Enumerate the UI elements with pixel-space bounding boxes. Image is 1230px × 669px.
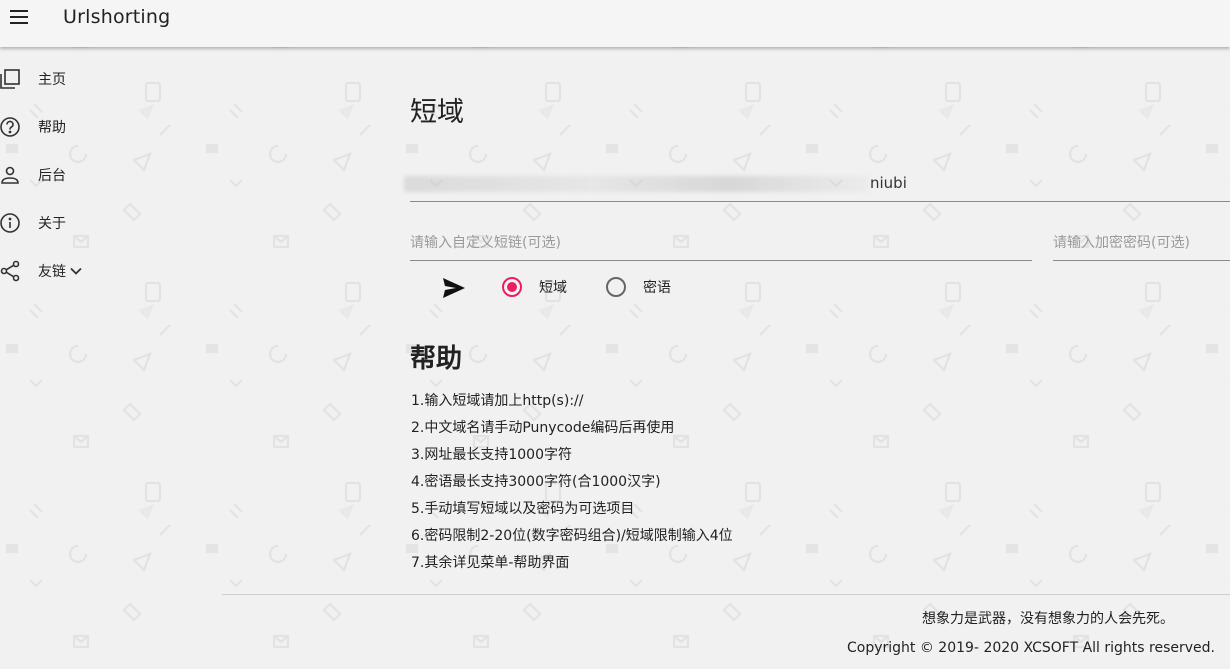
list-item: 1.输入短域请加上http(s)://: [411, 393, 584, 409]
custom-short-link-input[interactable]: [410, 232, 1032, 254]
app-root: Urlshorting 主页 帮助 后台 关于 友链 短域 niubi 请输入自…: [0, 0, 1230, 669]
footer-motto: 想象力是武器，没有想象力的人会先死。: [922, 611, 1174, 627]
sidebar-item-label: 关于: [38, 216, 66, 232]
library-icon: [0, 67, 22, 91]
list-item: 5.手动填写短域以及密码为可选项目: [411, 501, 635, 517]
hamburger-icon: [10, 9, 28, 24]
radio-secret-message[interactable]: 密语: [606, 277, 671, 297]
info-icon: [0, 211, 22, 235]
share-icon: [0, 259, 22, 283]
radio-label: 密语: [643, 280, 671, 296]
list-item: 7.其余详见菜单-帮助界面: [411, 555, 570, 571]
sidebar-item-about[interactable]: 关于: [0, 199, 200, 247]
sidebar-item-label: 友链: [38, 264, 66, 280]
list-item: 4.密语最长支持3000字符(合1000汉字): [411, 474, 661, 490]
url-input-value[interactable]: niubi: [870, 174, 1230, 192]
sidebar-item-label: 后台: [38, 168, 66, 184]
sidebar-item-admin[interactable]: 后台: [0, 151, 200, 199]
help-circle-icon: [0, 115, 22, 139]
list-item: 3.网址最长支持1000字符: [411, 447, 572, 463]
url-field[interactable]: niubi: [404, 164, 1230, 202]
list-item: 2.中文域名请手动Punycode编码后再使用: [411, 420, 675, 436]
menu-button[interactable]: [4, 2, 34, 32]
sidebar-item-home[interactable]: 主页: [0, 55, 200, 103]
help-list: 1.输入短域请加上http(s):// 2.中文域名请手动Punycode编码后…: [411, 392, 733, 581]
person-icon: [0, 163, 22, 187]
app-bar: Urlshorting: [0, 0, 1230, 47]
radio-unchecked-icon: [606, 277, 626, 297]
sidebar-item-label: 帮助: [38, 120, 66, 136]
footer-copyright: Copyright © 2019- 2020 XCSOFT All rights…: [847, 640, 1215, 656]
app-title: Urlshorting: [63, 5, 171, 28]
redacted-blur: [404, 176, 869, 192]
chevron-down-icon[interactable]: [70, 267, 82, 275]
password-field[interactable]: [1053, 224, 1230, 261]
list-item: 6.密码限制2-20位(数字密码组合)/短域限制输入4位: [411, 528, 733, 544]
send-icon: [443, 278, 465, 298]
page-title: 短域: [410, 97, 464, 128]
sidebar-item-help[interactable]: 帮助: [0, 103, 200, 151]
radio-short-domain[interactable]: 短域: [502, 277, 567, 297]
main-content: 短域 niubi 短域 密语 帮助: [404, 90, 1230, 571]
radio-checked-icon: [502, 277, 522, 297]
sidebar-item-links[interactable]: 友链: [0, 247, 200, 295]
footer-divider: [222, 594, 1230, 595]
sidebar: 主页 帮助 后台 关于 友链: [0, 55, 200, 295]
send-button[interactable]: [442, 277, 468, 301]
sidebar-item-label: 主页: [38, 72, 66, 88]
password-input[interactable]: [1053, 232, 1230, 254]
action-row: 短域 密语: [410, 274, 810, 304]
custom-short-link-field[interactable]: [410, 224, 1032, 261]
help-title: 帮助: [410, 344, 463, 374]
radio-label: 短域: [539, 280, 567, 296]
